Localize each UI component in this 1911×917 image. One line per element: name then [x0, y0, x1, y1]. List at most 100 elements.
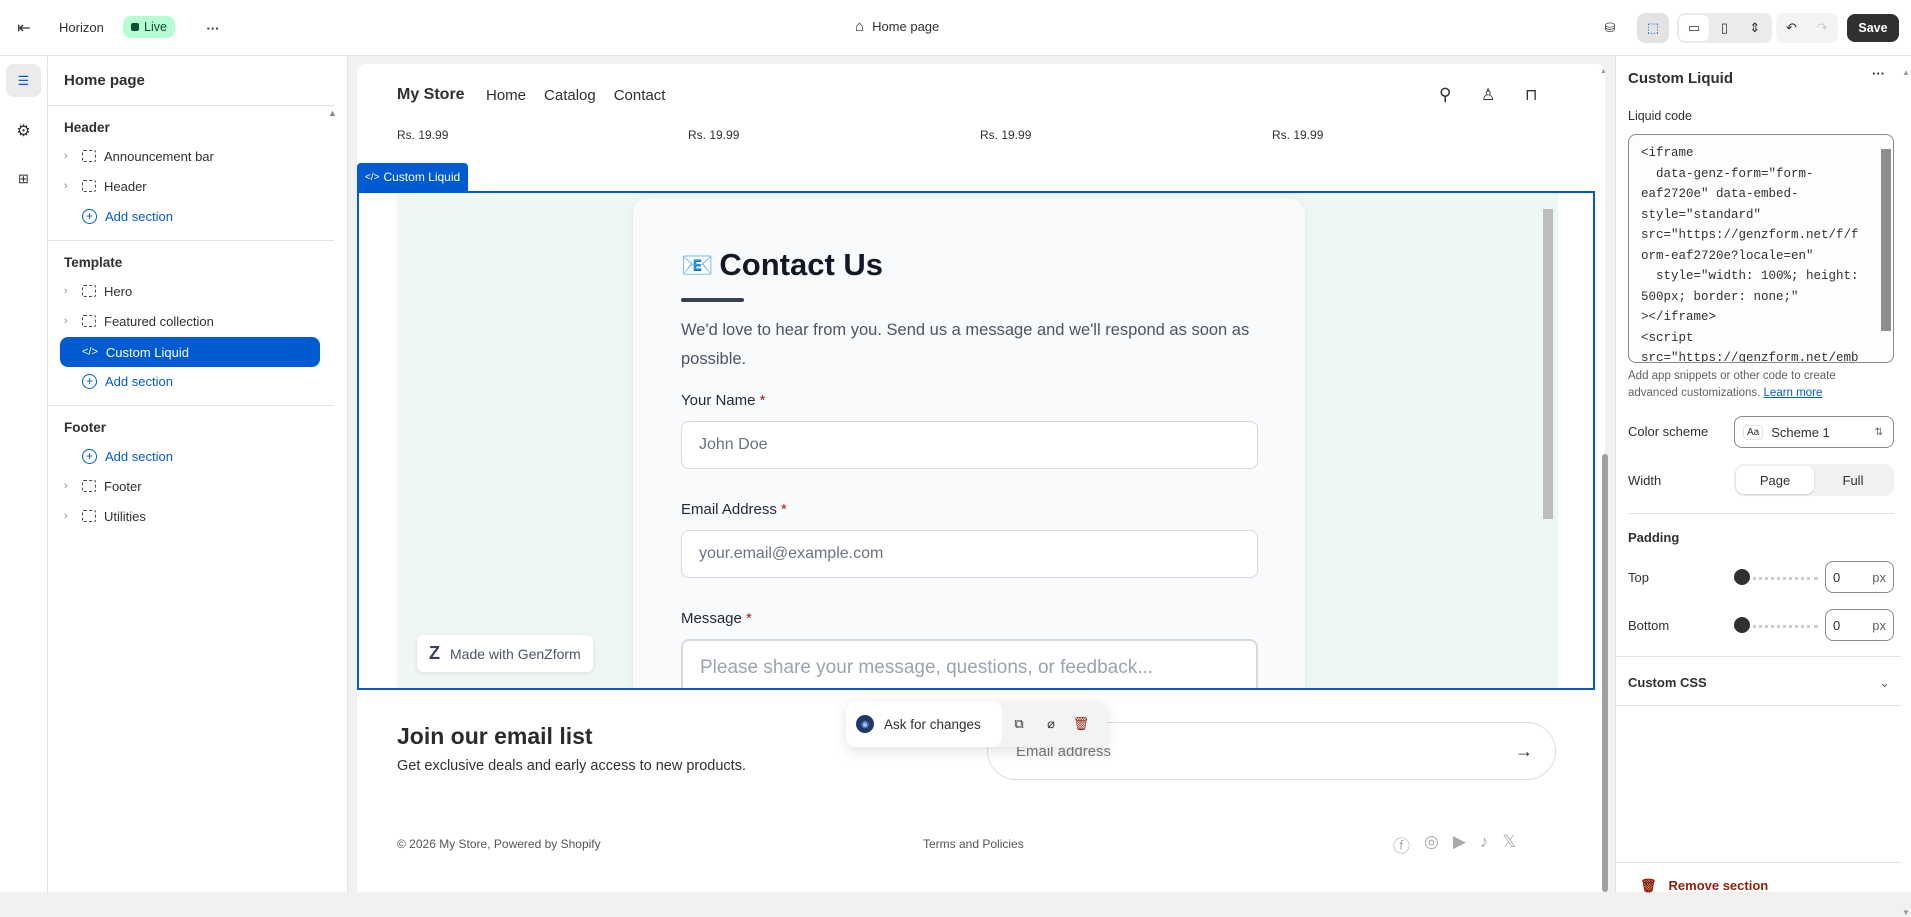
add-label: Add section: [105, 373, 173, 389]
newsletter-subtitle: Get exclusive deals and early access to …: [397, 758, 746, 774]
section-header[interactable]: › Header: [64, 171, 147, 201]
nav-home[interactable]: Home: [486, 87, 526, 104]
learn-more-link[interactable]: Learn more: [1764, 387, 1823, 399]
account-icon[interactable]: ♙: [1481, 85, 1495, 105]
cart-icon[interactable]: ⊓: [1525, 85, 1537, 105]
liquid-code-textarea[interactable]: <iframe data-genz-form="form- eaf2720e" …: [1628, 134, 1894, 363]
add-label: Add section: [105, 208, 173, 224]
label-text: Message: [681, 610, 742, 627]
panel-scroll-down[interactable]: ▼: [1902, 908, 1910, 917]
plus-circle-icon: +: [82, 448, 97, 464]
youtube-icon[interactable]: ▶: [1453, 832, 1466, 857]
hide-icon[interactable]: ⌀: [1036, 716, 1066, 732]
custom-css-toggle[interactable]: Custom CSS ⌄: [1628, 675, 1890, 691]
inspector-toggle-button[interactable]: ⬚: [1637, 13, 1669, 43]
desktop-view-button[interactable]: ▭: [1679, 15, 1710, 41]
section-custom-liquid[interactable]: </> Custom Liquid: [60, 337, 320, 367]
tiktok-icon[interactable]: ♪: [1480, 832, 1489, 857]
apps-icon[interactable]: ⊞: [6, 162, 41, 195]
copyright: © 2026 My Store, Powered by Shopify: [397, 837, 601, 851]
duplicate-icon[interactable]: ⧉: [1002, 716, 1036, 732]
product-price: Rs. 19.99: [980, 128, 1032, 142]
page-selector[interactable]: ⌂ Home page: [855, 18, 939, 35]
custom-liquid-section[interactable]: 📧 Contact Us We'd love to hear from you.…: [357, 191, 1595, 690]
input-value: 0: [1833, 569, 1841, 585]
width-page-option[interactable]: Page: [1736, 466, 1814, 494]
sections-panel: Home page ▲ Header › Announcement bar › He…: [48, 56, 348, 892]
unit: px: [1872, 569, 1886, 585]
app-embed-icon[interactable]: ⛁: [1598, 16, 1622, 40]
add-section-template[interactable]: + Add section: [82, 366, 173, 396]
width-label: Width: [1628, 473, 1662, 488]
color-scheme-select[interactable]: Aa Scheme 1 ⇅: [1734, 416, 1894, 448]
width-full-option[interactable]: Full: [1814, 466, 1892, 494]
section-featured-collection[interactable]: › Featured collection: [64, 306, 214, 336]
section-announcement-bar[interactable]: › Announcement bar: [64, 141, 214, 171]
store-name: My Store: [397, 86, 465, 103]
name-input[interactable]: John Doe: [681, 421, 1258, 469]
nav-contact[interactable]: Contact: [614, 87, 666, 104]
title-underline: [681, 298, 744, 302]
liquid-code-label: Liquid code: [1628, 109, 1692, 123]
label-text: Your Name: [681, 392, 756, 409]
preview-scroll-up[interactable]: ▲: [1600, 68, 1607, 75]
delete-icon[interactable]: 🗑: [1066, 716, 1096, 732]
chevron-down-icon: ⌄: [1879, 675, 1890, 690]
settings-gear-icon[interactable]: ⚙: [6, 114, 41, 147]
top-slider-handle[interactable]: [1734, 569, 1750, 585]
genzform-badge[interactable]: Z Made with GenZform: [417, 635, 593, 672]
arrow-right-icon[interactable]: →: [1515, 741, 1533, 762]
live-label: Live: [144, 20, 167, 34]
terms-link[interactable]: Terms and Policies: [923, 837, 1024, 851]
panel-scroll-up[interactable]: ▲: [1902, 68, 1910, 77]
section-utilities[interactable]: › Utilities: [64, 501, 146, 531]
sections-icon[interactable]: ☰: [6, 64, 41, 97]
more-options-icon[interactable]: ···: [1872, 66, 1885, 81]
top-bar: ⇤ Horizon Live ··· ⌂ Home page ⛁ ⬚ ▭ ▯ ⇕ …: [0, 0, 1911, 56]
placeholder: your.email@example.com: [699, 545, 884, 562]
section-tag[interactable]: </> Custom Liquid: [357, 163, 469, 191]
more-options-button[interactable]: ···: [200, 16, 226, 40]
nav-catalog[interactable]: Catalog: [544, 87, 596, 104]
iframe-scrollbar[interactable]: [1543, 197, 1553, 686]
settings-panel: Custom Liquid ··· ▲ Liquid code <iframe …: [1615, 56, 1911, 917]
message-textarea[interactable]: Please share your message, questions, or…: [681, 639, 1258, 688]
chevron-right-icon: ›: [64, 180, 68, 192]
genzform-logo: Z: [429, 643, 440, 663]
facebook-icon[interactable]: ⓕ: [1393, 832, 1410, 857]
section-footer[interactable]: › Footer: [64, 471, 142, 501]
email-input[interactable]: your.email@example.com: [681, 530, 1258, 578]
add-section-footer[interactable]: + Add section: [82, 441, 173, 471]
section-icon: [82, 150, 96, 162]
instagram-icon[interactable]: ◎: [1424, 832, 1439, 857]
live-dot-icon: [131, 23, 139, 31]
top-padding-input[interactable]: 0 px: [1825, 561, 1894, 593]
bottom-padding-input[interactable]: 0 px: [1825, 609, 1894, 641]
panel-title: Home page: [64, 72, 145, 89]
code-scrollbar[interactable]: [1881, 149, 1891, 331]
unit: px: [1872, 617, 1886, 633]
chevron-right-icon: ›: [64, 480, 68, 492]
bottom-label: Bottom: [1628, 618, 1670, 633]
x-icon[interactable]: 𝕏: [1502, 832, 1516, 857]
section-icon: [82, 180, 96, 192]
ask-for-changes-button[interactable]: ◉ Ask for changes: [846, 701, 1002, 747]
message-label: Message *: [681, 610, 752, 627]
scroll-up-arrow[interactable]: ▲: [328, 108, 337, 118]
code-icon: </>: [82, 346, 98, 358]
redo-button[interactable]: ↷: [1807, 13, 1838, 43]
chevron-right-icon: ›: [64, 150, 68, 162]
undo-button[interactable]: ↶: [1776, 13, 1807, 43]
preview-scrollbar[interactable]: [1602, 454, 1608, 892]
fullscreen-view-button[interactable]: ⇕: [1740, 15, 1770, 41]
required-mark: *: [781, 501, 787, 518]
bottom-slider-handle[interactable]: [1734, 617, 1750, 633]
name-label: Your Name *: [681, 392, 766, 409]
save-button[interactable]: Save: [1847, 14, 1899, 42]
add-section-header[interactable]: + Add section: [82, 201, 173, 231]
envelope-icon: 📧: [681, 249, 714, 280]
mobile-view-button[interactable]: ▯: [1709, 15, 1739, 41]
exit-icon[interactable]: ⇤: [12, 16, 36, 40]
section-hero[interactable]: › Hero: [64, 276, 132, 306]
search-icon[interactable]: ⚲: [1439, 85, 1451, 105]
